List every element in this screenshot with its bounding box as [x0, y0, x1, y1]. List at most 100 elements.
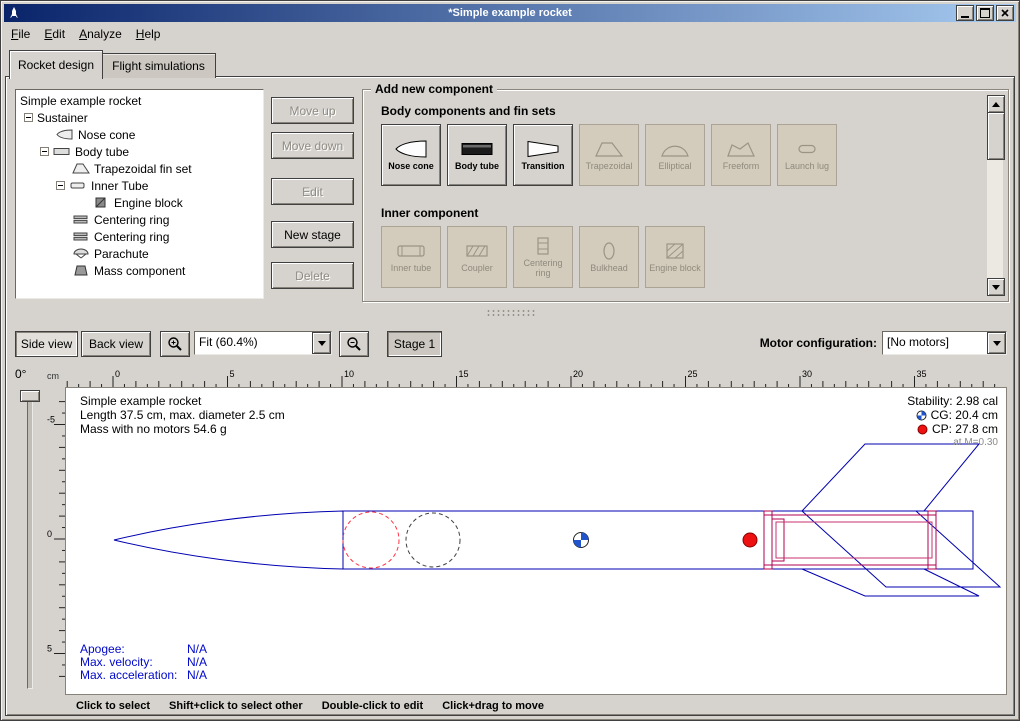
menu-bar: File Edit Analyze Help	[4, 23, 1016, 44]
stability-value: Stability: 2.98 cal	[907, 394, 998, 408]
launch-lug-icon	[789, 138, 825, 160]
parachute-icon	[72, 248, 90, 259]
tree-item-inner-tube[interactable]: Inner Tube	[16, 177, 263, 194]
tab-flight-simulations[interactable]: Flight simulations	[101, 53, 216, 78]
menu-analyze[interactable]: Analyze	[72, 25, 129, 43]
svg-text:5: 5	[47, 644, 52, 654]
centering-ring-icon	[72, 214, 90, 225]
back-view-button[interactable]: Back view	[81, 331, 151, 357]
cp-icon	[917, 424, 928, 435]
add-bulkhead-button[interactable]: Bulkhead	[579, 226, 639, 288]
tree-item-fin-set[interactable]: Trapezoidal fin set	[16, 160, 263, 177]
centering-ring-icon	[72, 231, 90, 242]
rocket-canvas[interactable]: Simple example rocket Length 37.5 cm, ma…	[65, 387, 1007, 695]
maximize-button[interactable]	[976, 5, 994, 21]
close-button[interactable]	[996, 5, 1014, 21]
chevron-down-icon	[312, 332, 331, 354]
add-elliptical-fin-button[interactable]: Elliptical	[645, 124, 705, 186]
zoom-out-button[interactable]	[339, 331, 369, 357]
menu-help[interactable]: Help	[129, 25, 168, 43]
move-down-button[interactable]: Move down	[271, 132, 354, 159]
tree-item-centering-ring-2[interactable]: Centering ring	[16, 228, 263, 245]
add-inner-tube-button[interactable]: Inner tube	[381, 226, 441, 288]
cg-icon	[916, 410, 927, 421]
maximize-icon	[980, 8, 990, 18]
delete-button[interactable]: Delete	[271, 262, 354, 289]
bulkhead-icon	[591, 240, 627, 262]
tree-item-sustainer[interactable]: Sustainer	[16, 109, 263, 126]
add-coupler-button[interactable]: Coupler	[447, 226, 507, 288]
mach-value: at M=0.30	[907, 436, 998, 450]
add-trapezoidal-fin-button[interactable]: Trapezoidal	[579, 124, 639, 186]
inner-tube-icon	[69, 180, 87, 191]
rocket-info: Simple example rocket Length 37.5 cm, ma…	[80, 394, 285, 436]
cp-value: CP: 27.8 cm	[932, 422, 998, 436]
tree-item-body-tube[interactable]: Body tube	[16, 143, 263, 160]
title-bar: *Simple example rocket	[4, 4, 1016, 22]
add-launch-lug-button[interactable]: Launch lug	[777, 124, 837, 186]
cp-marker	[743, 533, 757, 547]
add-transition-button[interactable]: Transition	[513, 124, 573, 186]
freeform-fin-icon	[723, 138, 759, 160]
tree-item-mass-component[interactable]: Mass component	[16, 262, 263, 279]
rotation-slider-thumb[interactable]	[20, 390, 40, 402]
svg-text:-5: -5	[47, 415, 55, 425]
move-up-button[interactable]: Move up	[271, 97, 354, 124]
zoom-level-select[interactable]: Fit (60.4%)	[194, 331, 332, 355]
svg-text:25: 25	[688, 369, 698, 379]
trapezoidal-fin-icon	[72, 163, 90, 174]
add-engine-block-button[interactable]: Engine block	[645, 226, 705, 288]
close-icon	[1001, 9, 1009, 17]
body-tube-icon	[459, 138, 495, 160]
collapse-handle-icon[interactable]	[56, 181, 65, 190]
rotation-value: 0°	[15, 367, 26, 381]
add-body-tube-button[interactable]: Body tube	[447, 124, 507, 186]
zoom-in-button[interactable]	[160, 331, 190, 357]
tree-item-centering-ring-1[interactable]: Centering ring	[16, 211, 263, 228]
collapse-handle-icon[interactable]	[40, 147, 49, 156]
add-centering-ring-button[interactable]: Centering ring	[513, 226, 573, 288]
new-stage-button[interactable]: New stage	[271, 221, 354, 248]
ruler-unit-label: cm	[47, 371, 59, 381]
stage-1-toggle[interactable]: Stage 1	[387, 331, 442, 357]
scrollbar-thumb[interactable]	[987, 112, 1005, 160]
scroll-up-button[interactable]	[987, 95, 1005, 113]
vertical-ruler: -505	[45, 387, 65, 695]
collapse-handle-icon[interactable]	[24, 113, 33, 122]
add-nose-cone-button[interactable]: Nose cone	[381, 124, 441, 186]
tree-item-engine-block[interactable]: Engine block	[16, 194, 263, 211]
svg-text:35: 35	[917, 369, 927, 379]
tree-item-parachute[interactable]: Parachute	[16, 245, 263, 262]
menu-file[interactable]: File	[4, 25, 37, 43]
scroll-down-button[interactable]	[987, 278, 1005, 296]
tree-item-rocket[interactable]: Simple example rocket	[16, 92, 263, 109]
status-hints: Click to select Shift+click to select ot…	[76, 700, 560, 712]
side-view-button[interactable]: Side view	[15, 331, 78, 357]
app-window: *Simple example rocket File Edit Analyze…	[0, 0, 1020, 721]
engine-block-icon	[92, 197, 110, 208]
nose-cone-icon	[393, 138, 429, 160]
motor-configuration-select[interactable]: [No motors]	[882, 331, 1007, 355]
splitter-handle[interactable]	[486, 309, 536, 316]
tab-rocket-design[interactable]: Rocket design	[9, 50, 103, 79]
rotation-slider-track[interactable]	[27, 391, 33, 689]
minimize-button[interactable]	[956, 5, 974, 21]
mass-component-icon	[72, 265, 90, 276]
body-section-label: Body components and fin sets	[381, 104, 556, 118]
zoom-out-icon	[346, 336, 362, 352]
component-tree: Simple example rocket Sustainer Nose con…	[15, 89, 264, 299]
transition-icon	[525, 138, 561, 160]
add-freeform-fin-button[interactable]: Freeform	[711, 124, 771, 186]
tree-item-nose-cone[interactable]: Nose cone	[16, 126, 263, 143]
motor-configuration-label: Motor configuration:	[749, 336, 877, 350]
component-scrollbar[interactable]	[987, 95, 1003, 296]
arrow-up-icon	[992, 102, 1000, 107]
menu-edit[interactable]: Edit	[37, 25, 72, 43]
body-tube-icon	[53, 146, 71, 157]
trapezoidal-fin-icon	[591, 138, 627, 160]
stability-info: Stability: 2.98 cal CG: 20.4 cm CP: 27.8…	[907, 394, 998, 450]
minimize-icon	[961, 16, 969, 18]
svg-text:10: 10	[344, 369, 354, 379]
edit-button[interactable]: Edit	[271, 178, 354, 205]
window-title: *Simple example rocket	[4, 7, 1016, 19]
